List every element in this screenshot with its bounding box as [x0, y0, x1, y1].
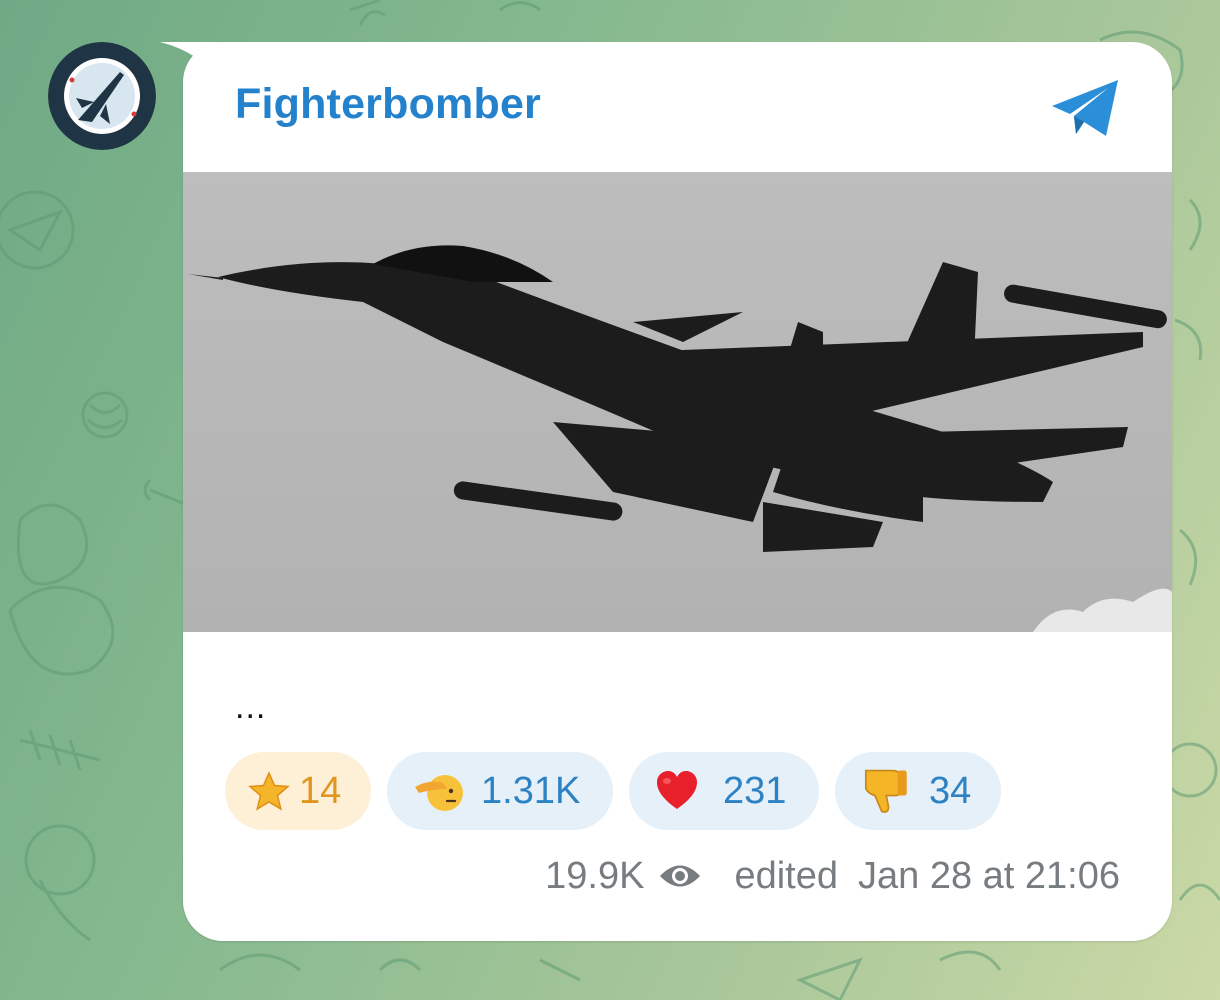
reaction-count: 231 — [723, 769, 787, 812]
thumbs-down-icon — [864, 769, 907, 813]
post-meta: 19.9K edited Jan 28 at 21:06 — [545, 854, 1120, 898]
view-count: 19.9K — [545, 854, 645, 897]
reaction-count: 1.31K — [481, 769, 581, 812]
eye-icon — [660, 865, 701, 887]
channel-post-card: Fighterbomber ... 14 1.31K 231 34 19.9K … — [183, 42, 1172, 941]
channel-avatar[interactable] — [48, 42, 156, 150]
reaction-salute[interactable]: 1.31K — [387, 752, 613, 830]
reaction-count: 34 — [929, 769, 972, 812]
channel-name[interactable]: Fighterbomber — [235, 80, 541, 129]
red-heart-icon — [657, 771, 697, 809]
reaction-thumbs-down[interactable]: 34 — [835, 752, 1001, 830]
post-caption: ... — [235, 688, 267, 726]
edited-label: edited — [734, 854, 838, 897]
post-photo[interactable] — [183, 172, 1172, 632]
star-icon — [248, 771, 290, 811]
saluting-face-icon — [415, 775, 463, 811]
post-timestamp: Jan 28 at 21:06 — [858, 854, 1120, 897]
reaction-heart[interactable]: 231 — [629, 752, 819, 830]
reaction-star[interactable]: 14 — [225, 752, 371, 830]
reaction-count: 14 — [299, 769, 342, 812]
telegram-share-icon[interactable] — [1048, 76, 1122, 140]
